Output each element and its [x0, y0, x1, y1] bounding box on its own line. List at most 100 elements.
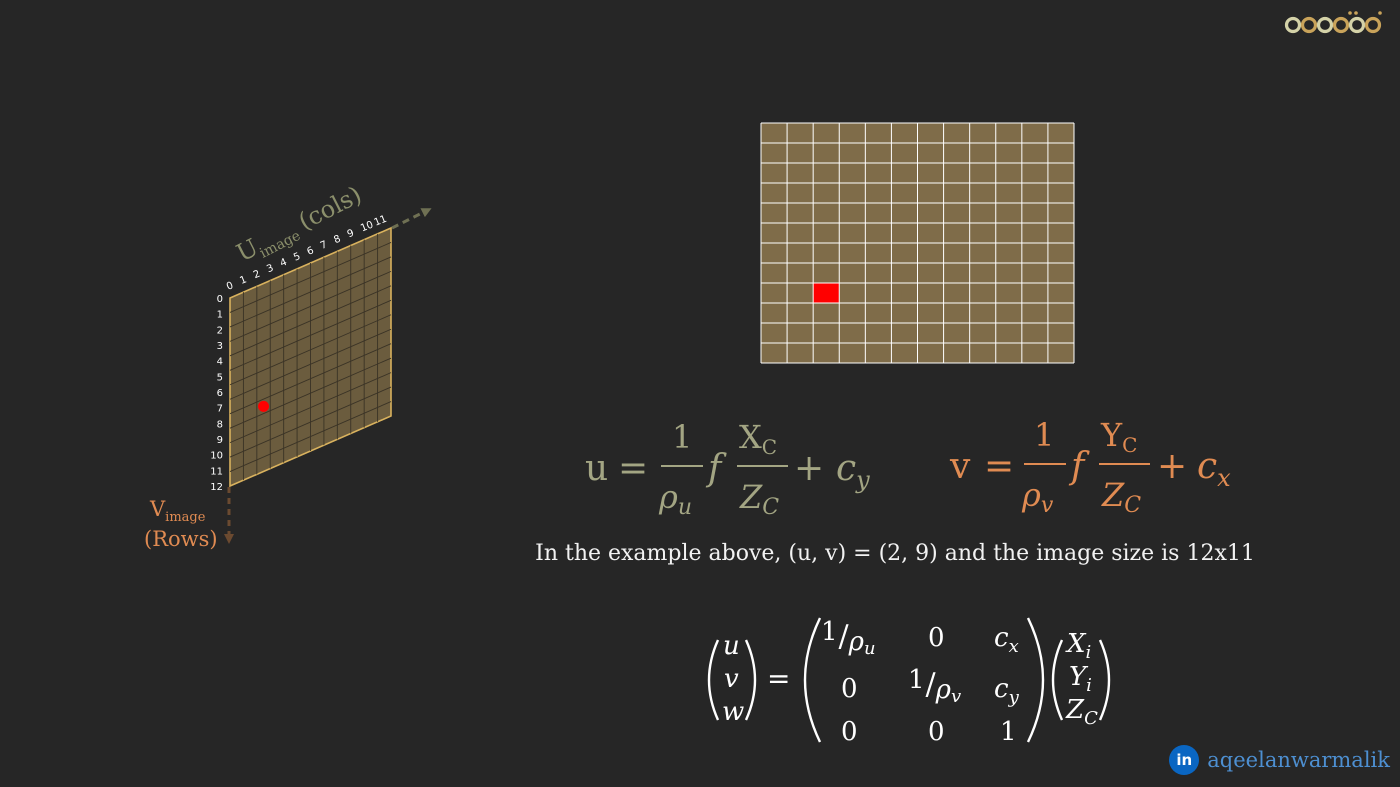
row-tick-label: 2 — [217, 325, 223, 336]
row-tick-labels: 0123456789101112 — [210, 294, 223, 493]
eq-u-X-sub: C — [762, 435, 777, 459]
eq-u-numerator: 1 — [672, 418, 692, 456]
m00-num: 1 — [821, 617, 838, 647]
row-tick-label: 8 — [217, 419, 223, 430]
row-tick-label: 10 — [210, 451, 223, 462]
row-tick-label: 5 — [217, 372, 223, 383]
rhs-x-base: X — [1065, 629, 1087, 659]
equation-v: v = 1 ρv f YC ZC + cx — [949, 416, 1231, 518]
col-tick-label: 4 — [279, 257, 289, 270]
eq-u-c-base: c — [836, 448, 856, 489]
col-tick-label: 10 — [359, 219, 375, 234]
matrix-paren-right — [1026, 617, 1045, 743]
rhs-paren-right — [1098, 639, 1111, 721]
row-tick-label: 7 — [217, 404, 223, 415]
eq-u-X: X — [739, 418, 762, 456]
equation-u: u = 1 ρu f XC ZC + cy — [585, 418, 870, 520]
rows-axis-subscript: image — [165, 510, 206, 525]
eq-v-numerator: 1 — [1034, 416, 1054, 454]
col-tick-label: 0 — [225, 280, 235, 293]
rhs-z-base: Z — [1065, 695, 1085, 725]
row-tick-label: 11 — [210, 466, 223, 477]
eq-v-Y-sub: C — [1122, 433, 1137, 457]
m11-rho: ρ — [935, 675, 952, 705]
logo: aqeeloc — [1284, 11, 1382, 34]
diagram-canvas: aqeeloc 01234567891011 0123456789101112 … — [144, 11, 1382, 747]
eq-u-plus: + — [794, 448, 824, 489]
eq-u-denominator: ρu — [658, 478, 692, 520]
eq-u-f: f — [705, 448, 727, 489]
m00-rho: ρ — [848, 627, 865, 657]
m11: 1/ρv — [908, 665, 961, 707]
eq-v-f: f — [1068, 446, 1090, 487]
marked-pixel-dot — [258, 400, 270, 412]
flat-grid-marked-pixel — [813, 283, 840, 303]
col-tick-label: 7 — [319, 239, 329, 252]
eq-u-c: cy — [836, 448, 870, 494]
eq-u-rho: ρ — [658, 478, 678, 516]
eq-u-frac-den: ZC — [739, 478, 779, 520]
cols-axis-word: (cols) — [294, 181, 366, 236]
lhs-v: v — [724, 664, 739, 694]
m21: 0 — [928, 717, 945, 747]
matrix-equals: = — [767, 662, 790, 695]
perspective-image-grid: 0 1 2 3 4 5 6 7 8 9 1011 0123456789101112 Uimage(c… — [144, 181, 432, 551]
col-tick-label: 3 — [265, 263, 275, 276]
rhs-x: Xi — [1065, 629, 1091, 663]
eq-v-Z-sub: C — [1124, 493, 1141, 518]
eq-v-rho-sub: v — [1041, 493, 1054, 518]
rows-axis-letter: V — [149, 497, 166, 521]
m01: 0 — [928, 623, 945, 653]
eq-u-Z: Z — [739, 478, 763, 516]
linkedin-brand[interactable]: in aqeelanwarmalik — [1169, 745, 1390, 775]
m02-c: c — [994, 623, 1009, 653]
m10: 0 — [841, 674, 858, 704]
m12: cy — [994, 674, 1020, 708]
col-tick-label: 6 — [306, 245, 316, 258]
lhs-paren-left — [707, 639, 720, 721]
eq-v-plus: + — [1157, 446, 1187, 487]
eq-v-c-sub: x — [1217, 464, 1231, 492]
logo-mark-icon — [1284, 11, 1382, 34]
eq-v-frac-den: ZC — [1101, 476, 1141, 518]
eq-v-Y: Y — [1100, 416, 1123, 454]
row-tick-label: 4 — [217, 357, 223, 368]
lhs-u: u — [723, 631, 740, 661]
eq-v-c-base: c — [1197, 446, 1217, 487]
lhs-paren-right — [744, 639, 757, 721]
eq-v-c: cx — [1197, 446, 1231, 492]
col-tick-label: 11 — [373, 214, 389, 229]
matrix-paren-left — [803, 617, 822, 743]
m20: 0 — [841, 717, 858, 747]
lhs-w: w — [722, 697, 744, 727]
row-tick-label: 1 — [217, 310, 223, 321]
col-tick-label: 5 — [292, 251, 302, 264]
eq-u-equals: = — [618, 448, 648, 489]
m11-sub: v — [951, 686, 961, 707]
eq-v-frac-num: YC — [1100, 416, 1137, 457]
m02-sub: x — [1009, 636, 1019, 657]
eq-u-c-sub: y — [855, 466, 870, 494]
col-tick-label: 1 — [238, 274, 248, 287]
m12-sub: y — [1008, 687, 1020, 708]
row-tick-label: 12 — [210, 482, 223, 493]
row-tick-label: 3 — [217, 341, 223, 352]
eq-u-lhs: u — [585, 448, 608, 489]
m12-c: c — [994, 674, 1009, 704]
row-tick-label: 6 — [217, 388, 223, 399]
m00: 1/ρu — [821, 617, 876, 659]
eq-u-frac-num: XC — [739, 418, 777, 459]
col-tick-label: 9 — [346, 228, 356, 241]
example-caption: In the example above, (u, v) = (2, 9) an… — [535, 541, 1255, 566]
rhs-y: Yi — [1069, 662, 1092, 696]
linkedin-handle[interactable]: aqeelanwarmalik — [1207, 748, 1390, 772]
linkedin-icon: in — [1169, 745, 1200, 775]
flat-image-grid — [760, 122, 1075, 364]
rows-axis-word: (Rows) — [144, 527, 218, 551]
eq-v-denominator: ρv — [1021, 476, 1054, 518]
eq-v-rho: ρ — [1021, 476, 1041, 514]
eq-v-lhs: v — [949, 446, 971, 487]
m00-sub: u — [864, 638, 876, 659]
m02: cx — [994, 623, 1019, 657]
eq-u-Z-sub: C — [762, 495, 779, 520]
